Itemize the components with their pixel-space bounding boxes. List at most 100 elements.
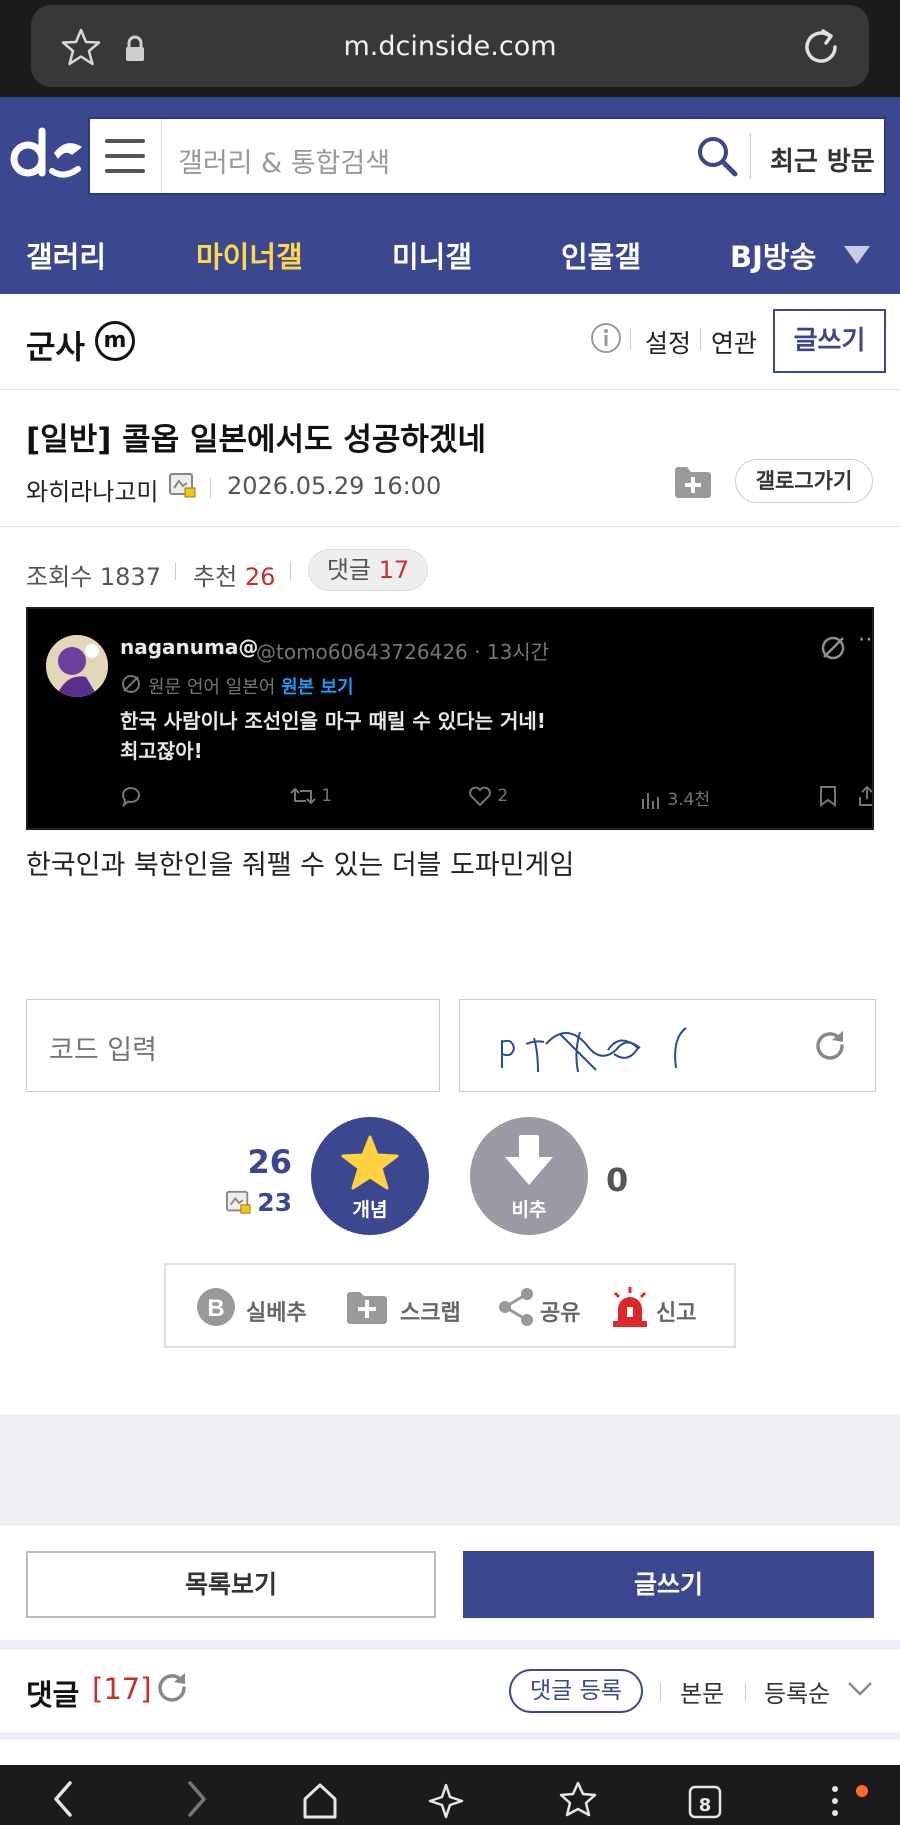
tweet-reply-icon <box>120 785 144 809</box>
comment-count-pill[interactable]: 댓글 17 <box>308 549 428 591</box>
grok-icon <box>821 636 845 660</box>
back-icon[interactable] <box>44 1779 84 1819</box>
tweet-author-name: naganuma@ <box>120 635 259 659</box>
search-box: 갤러리 & 통합검색 최근 방문 <box>88 117 886 195</box>
tabs-icon[interactable]: 8 <box>686 1779 726 1819</box>
tweet-retweet: 1 <box>290 785 332 809</box>
folder-add-icon[interactable] <box>673 464 713 500</box>
gallery-title-row: 군사 m 설정 연관 글쓰기 <box>0 294 900 390</box>
divider <box>175 562 176 580</box>
post-date: 2026.05.29 16:00 <box>227 472 442 500</box>
scrap-button[interactable]: 스크랩 <box>346 1285 466 1329</box>
section-divider <box>0 1414 900 1526</box>
tweet-like: 2 <box>468 785 508 809</box>
divider <box>660 1683 661 1701</box>
home-icon[interactable] <box>300 1779 340 1819</box>
nav-minor-gallery[interactable]: 마이너갤 <box>196 234 303 276</box>
best-recommend-label: 실베추 <box>246 1301 307 1326</box>
report-button[interactable]: 신고 <box>610 1285 710 1329</box>
comment-register-button[interactable]: 댓글 등록 <box>509 1669 643 1713</box>
tweet-more-icon: ⋯ <box>858 627 872 652</box>
gallery-title[interactable]: 군사 <box>26 322 85 368</box>
reload-icon[interactable] <box>799 25 843 69</box>
forward-icon[interactable] <box>176 1779 216 1819</box>
comments-sort-select[interactable]: 등록순 <box>764 1674 830 1709</box>
tweet-show-original: 원본 보기 <box>281 677 354 698</box>
share-button[interactable]: 공유 <box>496 1285 586 1329</box>
nav-person-gallery[interactable]: 인물갤 <box>561 234 641 276</box>
views-chart-icon <box>642 793 659 809</box>
recommend-down-count: 0 <box>606 1161 629 1199</box>
post-header: [일반] 콜옵 일본에서도 성공하겠네 와히라나고미 2026.05.29 16… <box>0 390 900 527</box>
share-icon <box>499 1288 533 1326</box>
settings-link[interactable]: 설정 <box>645 324 691 360</box>
tweet-avatar <box>46 635 108 697</box>
write-post-button[interactable]: 글쓰기 <box>463 1551 874 1618</box>
divider <box>630 328 631 350</box>
tweet-bookmark-icon <box>818 785 838 809</box>
recommend-up-label: 개념 <box>352 1199 388 1221</box>
tweet-text-line-1: 한국 사람이나 조선인을 마구 때릴 수 있다는 거네! <box>120 709 546 733</box>
nav-mini-gallery[interactable]: 미니갤 <box>392 234 472 276</box>
tweet-view-count: 3.4천 <box>667 790 711 810</box>
recent-visit-button[interactable]: 최근 방문 <box>770 141 875 178</box>
views-count: 1837 <box>99 563 161 591</box>
recommend-down-button[interactable]: 비추 <box>470 1117 588 1235</box>
best-recommend-button[interactable]: B 실베추 <box>196 1285 316 1329</box>
divider <box>290 562 291 580</box>
post-title: [일반] 콜옵 일본에서도 성공하겠네 <box>26 422 486 458</box>
retweet-icon <box>290 787 316 805</box>
captcha-refresh-icon[interactable] <box>812 1028 848 1064</box>
comments-count: [17] <box>92 1672 152 1706</box>
embedded-tweet-image[interactable]: naganuma@ @tomo60643726426 · 13시간 ⋯ 원문 언… <box>26 607 874 830</box>
chevron-down-icon[interactable] <box>847 1680 873 1698</box>
address-bar[interactable]: m.dcinside.com <box>31 5 869 87</box>
recommend-up-button[interactable]: 개념 <box>311 1117 429 1235</box>
fixed-nick-recommend: 23 <box>226 1188 292 1218</box>
post-author[interactable]: 와히라나고미 <box>26 472 158 507</box>
heart-icon <box>469 786 491 807</box>
ai-sparkle-icon[interactable] <box>428 1779 468 1819</box>
share-label: 공유 <box>540 1301 581 1326</box>
list-view-button[interactable]: 목록보기 <box>26 1551 436 1618</box>
menu-icon[interactable] <box>90 119 162 193</box>
tweet-share-icon <box>858 785 872 809</box>
section-divider <box>0 1732 900 1740</box>
nav-gallery[interactable]: 갤러리 <box>26 234 106 276</box>
nav-bj-broadcast[interactable]: BJ방송 <box>730 234 816 276</box>
star-icon <box>341 1135 399 1190</box>
comments-refresh-icon[interactable] <box>154 1670 190 1706</box>
views-stat: 조회수 1837 <box>26 557 161 592</box>
more-menu-icon[interactable] <box>815 1779 855 1819</box>
bookmarks-icon[interactable] <box>558 1779 598 1819</box>
browser-bottom-bar: 8 <box>0 1765 900 1825</box>
info-icon[interactable] <box>590 322 622 354</box>
search-icon[interactable] <box>696 135 738 177</box>
gallog-button[interactable]: 갤로그가기 <box>735 459 873 503</box>
tweet-retweet-count: 1 <box>321 786 333 806</box>
tweet-like-count: 2 <box>497 786 509 806</box>
tab-count: 8 <box>698 1795 712 1816</box>
site-header: 갤러리 & 통합검색 최근 방문 <box>0 97 900 214</box>
svg-text:B: B <box>207 1295 224 1322</box>
scrap-folder-icon <box>347 1292 387 1324</box>
tweet-author-handle: @tomo60643726426 · 13시간 <box>256 640 550 664</box>
fixed-nick-badge-icon <box>169 473 196 498</box>
best-b-icon: B <box>197 1288 235 1326</box>
tweet-text-line-2: 최고잖아! <box>120 739 203 763</box>
tweet-translation-note: 원문 언어 일본어 원본 보기 <box>120 673 354 699</box>
write-post-button-top[interactable]: 글쓰기 <box>773 309 886 373</box>
dcinside-logo[interactable] <box>10 125 86 185</box>
related-link[interactable]: 연관 <box>711 324 757 360</box>
post-stats: 조회수 1837 추천 26 댓글 17 <box>0 527 900 607</box>
divider <box>210 478 211 498</box>
divider <box>750 133 751 179</box>
nav-expand-icon[interactable] <box>842 244 872 266</box>
url-text: m.dcinside.com <box>343 31 557 62</box>
views-label: 조회수 <box>26 563 93 591</box>
comments-body-link[interactable]: 본문 <box>680 1674 724 1709</box>
captcha-code-input[interactable]: 코드 입력 <box>26 999 440 1092</box>
recommend-up-count: 26 <box>247 1143 292 1181</box>
divider <box>745 1683 746 1701</box>
search-input[interactable]: 갤러리 & 통합검색 <box>178 141 390 180</box>
